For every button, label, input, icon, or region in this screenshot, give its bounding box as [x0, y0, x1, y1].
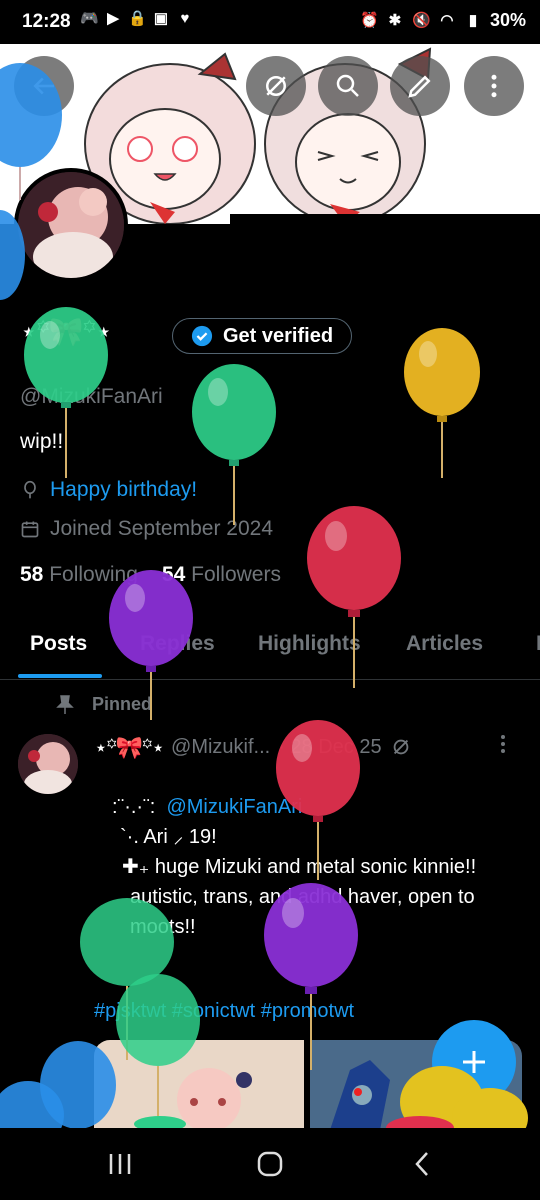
grok-icon	[266, 76, 286, 96]
followers-label: Followers	[191, 563, 281, 586]
get-verified-label: Get verified	[223, 324, 334, 347]
post-author-avatar[interactable]	[18, 734, 78, 794]
home-icon	[257, 1151, 283, 1177]
balloon	[404, 328, 480, 478]
joined-text: Joined September 2024	[50, 517, 273, 540]
tab-highlights[interactable]: Highlights	[258, 632, 361, 656]
post-more-button[interactable]	[500, 734, 506, 760]
post-line-4: autistic, trans, and adhd haver, open to…	[130, 886, 475, 938]
lock-icon: 🔒	[128, 10, 147, 27]
mute-icon: 🔇	[411, 11, 431, 29]
image-icon: ▣	[153, 10, 169, 27]
plus-icon	[463, 1051, 485, 1073]
recents-icon	[109, 1154, 131, 1174]
balloon-icon	[24, 480, 36, 499]
post-date: · 28 Dec 25	[278, 735, 382, 758]
battery-level: 30%	[489, 10, 526, 30]
active-tab-indicator	[18, 674, 102, 678]
more-vertical-icon	[501, 735, 505, 753]
edit-button[interactable]	[390, 56, 450, 116]
status-bar: 12:28 🎮 ▶ 🔒 ▣ ♥ ⏰ ✱ 🔇 ◠ ▮ 30%	[0, 0, 540, 44]
search-icon	[336, 74, 359, 97]
avatar-image	[18, 172, 124, 278]
verified-badge-icon	[191, 325, 213, 347]
recent-apps-button[interactable]	[100, 1146, 140, 1182]
profile-handle: @MizukiFanAri	[20, 385, 163, 408]
tab-posts[interactable]: Posts	[30, 632, 87, 656]
post-media-1[interactable]	[94, 1040, 304, 1130]
game-controller-icon: 🎮	[80, 10, 99, 27]
following-label: Following	[49, 563, 138, 586]
grok-icon[interactable]	[390, 736, 412, 758]
back-arrow-icon	[33, 77, 54, 95]
tab-articles[interactable]: Articles	[406, 632, 483, 656]
post-line-1: :¨·.·¨: @MizukiFanAri	[94, 792, 514, 822]
following-count: 58	[20, 563, 44, 586]
profile-avatar[interactable]	[14, 168, 128, 282]
follow-counts: 58 Following 54 Followers	[20, 563, 281, 587]
youtube-icon: ▶	[107, 10, 119, 27]
following-link[interactable]: 58 Following	[20, 563, 138, 587]
tab-replies[interactable]: Replies	[140, 632, 215, 656]
search-button[interactable]	[318, 56, 378, 116]
post-author-name[interactable]: ⋆꙳🎀꙳⋆	[94, 732, 165, 762]
post-mention[interactable]: @MizukiFanAri	[166, 796, 302, 818]
balloon	[192, 364, 276, 525]
tab-media[interactable]: M	[536, 632, 540, 656]
profile-bio: wip!!	[20, 430, 64, 453]
post-text: :¨·.·¨: @MizukiFanAri `·. Ari ⸝ 19! ✚₊ h…	[94, 792, 514, 942]
bluetooth-icon: ✱	[388, 11, 402, 29]
wifi-icon: ◠	[440, 11, 454, 29]
status-notification-icons: 🎮 ▶ 🔒 ▣ ♥	[80, 10, 194, 28]
followers-link[interactable]: 54 Followers	[162, 563, 281, 587]
birthday-text[interactable]: Happy birthday!	[50, 478, 197, 502]
alarm-icon: ⏰	[359, 11, 379, 29]
joined-row: Joined September 2024	[20, 517, 273, 541]
post-line-3: ✚₊ huge Mizuki and metal sonic kinnie!!	[122, 856, 477, 878]
status-time: 12:28	[22, 11, 71, 32]
signal-icon: ▮	[468, 11, 478, 29]
pencil-icon	[408, 75, 431, 98]
back-nav-button[interactable]	[402, 1146, 442, 1182]
more-options-button[interactable]	[464, 56, 524, 116]
more-vertical-icon	[491, 74, 497, 98]
status-system-icons: ⏰ ✱ 🔇 ◠ ▮ 30%	[360, 10, 526, 31]
pinned-indicator: Pinned	[56, 694, 152, 715]
heart-icon: ♥	[180, 10, 190, 27]
post-line-2: `·. Ari ⸝ 19!	[120, 826, 217, 848]
back-button[interactable]	[14, 56, 74, 116]
profile-tabs: Posts Replies Highlights Articles M	[0, 618, 540, 680]
pinned-label: Pinned	[92, 694, 153, 714]
post-header: ⋆꙳🎀꙳⋆ @Mizukif... · 28 Dec 25	[94, 732, 412, 762]
post-hashtags[interactable]: #pjsktwt #sonictwt #promotwt	[94, 1000, 354, 1023]
post-author-handle[interactable]: @Mizukif...	[171, 736, 270, 759]
calendar-icon	[21, 521, 39, 538]
birthday-row: Happy birthday!	[20, 478, 197, 502]
display-name: ⋆꙳🎀꙳⋆	[20, 316, 113, 347]
system-navigation-bar	[0, 1128, 540, 1200]
media-image-1	[94, 1040, 304, 1130]
grok-button[interactable]	[246, 56, 306, 116]
followers-count: 54	[161, 563, 186, 586]
post-avatar-image	[18, 734, 78, 794]
home-button[interactable]	[250, 1146, 290, 1182]
post-line-1-prefix: :¨·.·¨:	[112, 796, 156, 818]
chevron-left-icon	[415, 1152, 428, 1176]
pin-icon	[56, 694, 74, 714]
compose-post-button[interactable]	[432, 1020, 516, 1104]
get-verified-button[interactable]: Get verified	[172, 318, 353, 354]
